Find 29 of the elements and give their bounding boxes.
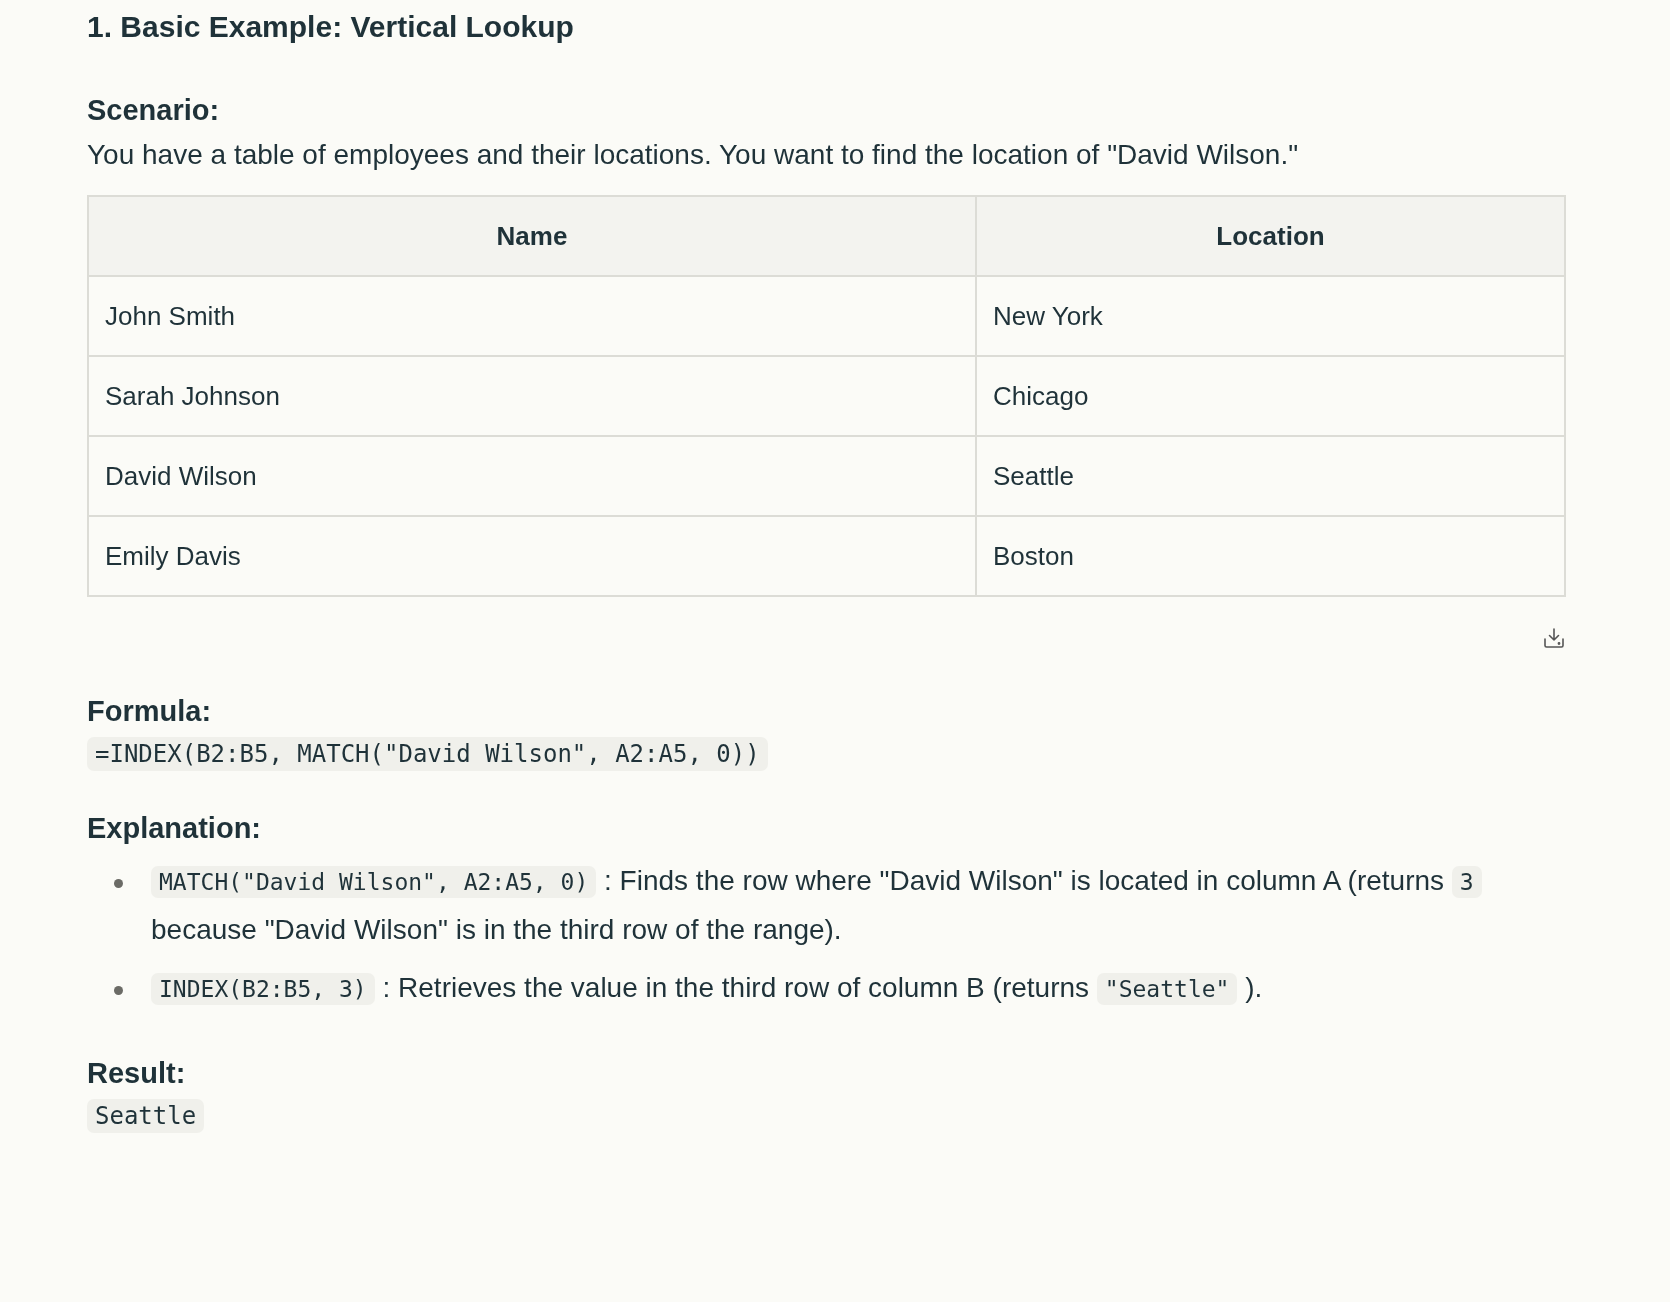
inline-code: 3 <box>1451 866 1482 898</box>
table-cell: New York <box>976 276 1565 356</box>
table-cell: Seattle <box>976 436 1565 516</box>
section-label: Scenario: <box>87 94 221 127</box>
column-header: Location <box>976 196 1565 276</box>
bullet-text: because "David Wilson" is in the third row of the range). <box>151 914 842 945</box>
inline-code: INDEX(B2:B5, 3) <box>151 973 375 1005</box>
bullet-text: : Retrieves the value in the third row of column B (returns <box>382 972 1090 1003</box>
section-label: Formula: <box>87 695 213 728</box>
table-cell: John Smith <box>88 276 976 356</box>
table-cell: Emily Davis <box>88 516 976 596</box>
table-cell: Chicago <box>976 356 1565 436</box>
section-label: Explanation: <box>87 812 262 845</box>
bullet-icon <box>114 986 123 995</box>
bullet-text: : Finds the row where "David Wilson" is located in column A (returns <box>604 865 1445 896</box>
inline-code: "Seattle" <box>1096 973 1238 1005</box>
bullet-text: ). <box>1245 972 1263 1003</box>
scenario-text: You have a table of employees and their locations. You want to find the location of "David Wilson." <box>87 139 1300 171</box>
table-cell: David Wilson <box>88 436 976 516</box>
result-code: Seattle <box>87 1099 205 1133</box>
download-icon[interactable] <box>1542 627 1566 651</box>
table-cell: Boston <box>976 516 1565 596</box>
bullet-icon <box>114 879 123 888</box>
inline-code: MATCH("David Wilson", A2:A5, 0) <box>151 866 597 898</box>
section-label: Result: <box>87 1057 187 1090</box>
column-header: Name <box>88 196 976 276</box>
table-cell: Sarah Johnson <box>88 356 976 436</box>
formula-code: =INDEX(B2:B5, MATCH("David Wilson", A2:A5, 0)) <box>87 737 768 771</box>
section-heading: 1. Basic Example: Vertical Lookup <box>87 10 575 44</box>
